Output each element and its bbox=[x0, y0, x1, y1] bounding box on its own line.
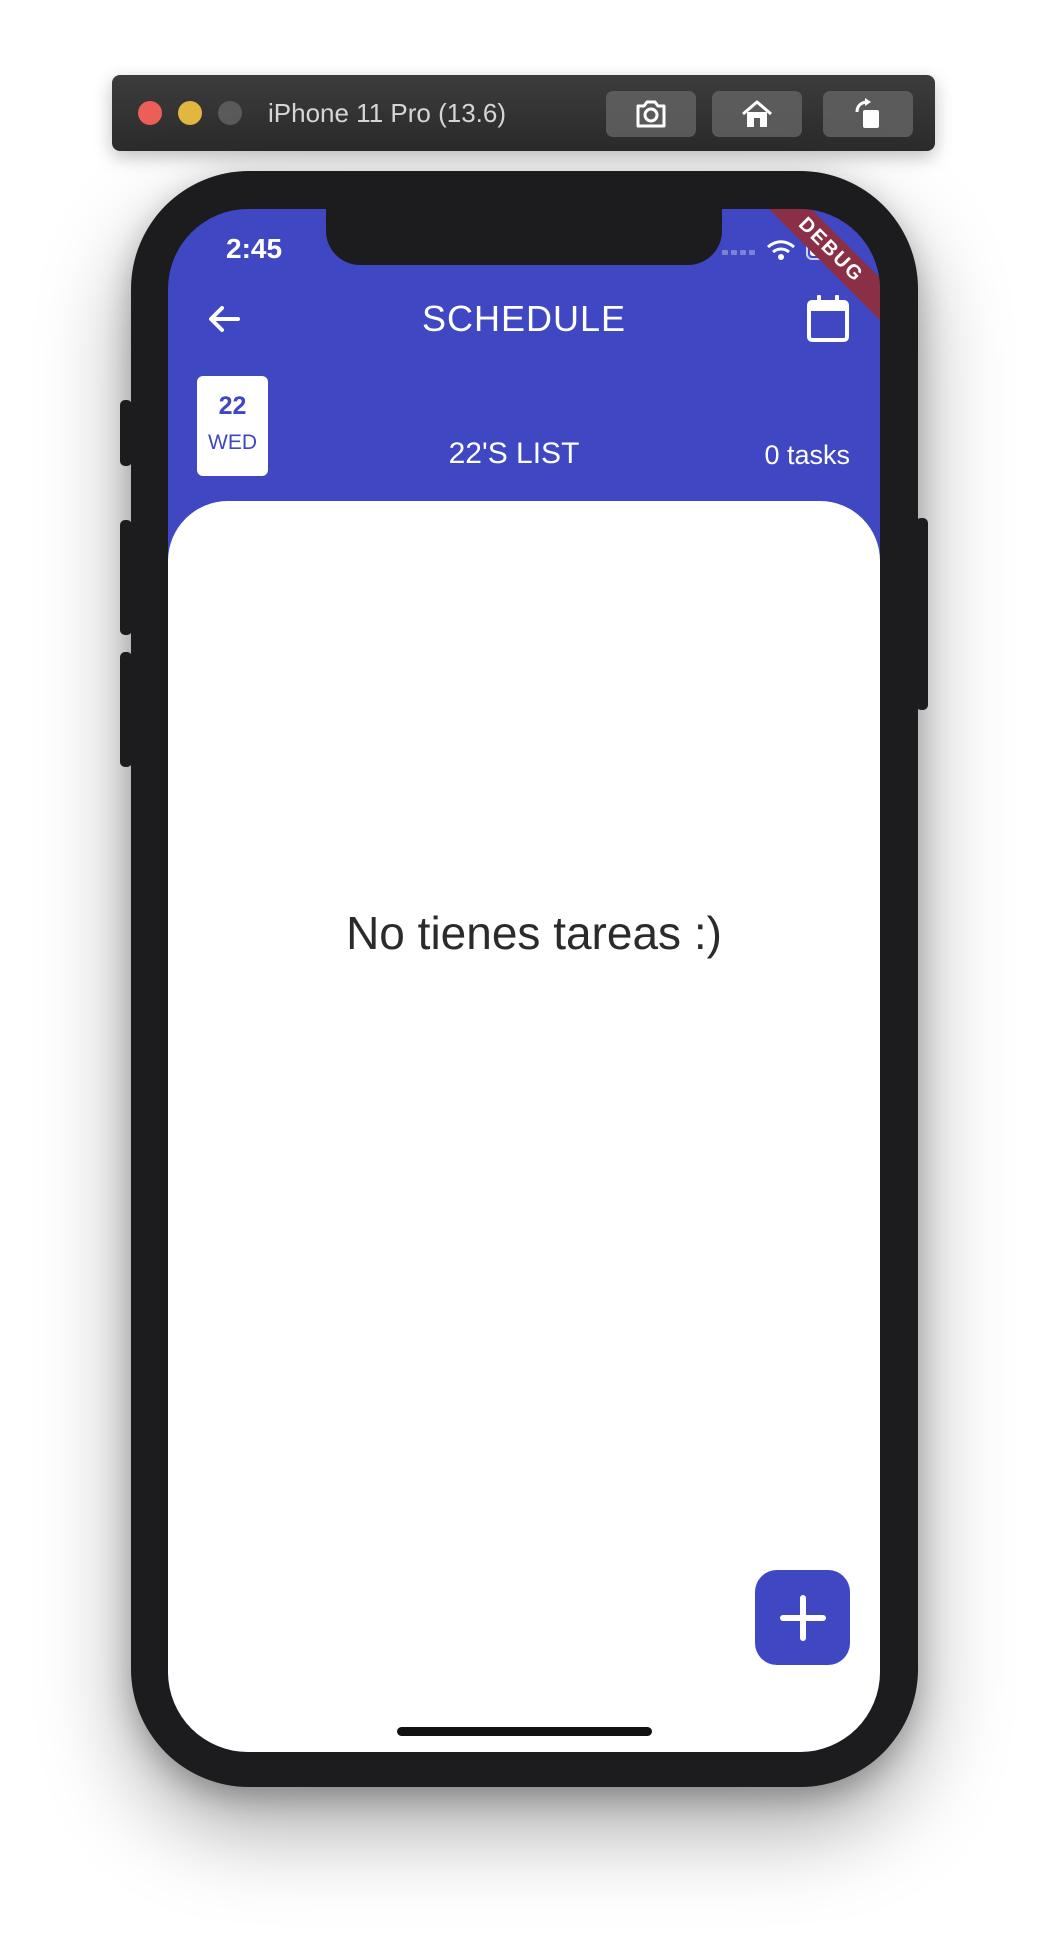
volume-down-button bbox=[120, 652, 132, 767]
phone-screen: 2:45 DEBUG SCHEDULE 22 WED 22'S LIST 0 t… bbox=[168, 209, 880, 1752]
calendar-button[interactable] bbox=[804, 292, 852, 344]
close-window-button[interactable] bbox=[138, 101, 162, 125]
home-icon bbox=[742, 100, 772, 127]
screenshot-button[interactable] bbox=[606, 91, 696, 137]
empty-state-text: No tienes tareas :) bbox=[346, 907, 722, 959]
notch bbox=[326, 209, 722, 265]
page-title: SCHEDULE bbox=[421, 298, 627, 339]
rotate-icon bbox=[855, 98, 879, 128]
simulator-title: iPhone 11 Pro (13.6) bbox=[268, 98, 506, 128]
task-list-panel: No tienes tareas :) bbox=[168, 501, 880, 1752]
home-button[interactable] bbox=[712, 91, 802, 137]
power-button bbox=[916, 518, 928, 710]
home-indicator bbox=[397, 1727, 652, 1736]
list-title: 22'S LIST bbox=[448, 437, 580, 470]
task-count: 0 tasks bbox=[764, 440, 850, 470]
status-time: 2:45 bbox=[226, 233, 283, 264]
add-icon bbox=[779, 1594, 826, 1641]
wifi-icon bbox=[767, 240, 795, 260]
minimize-window-button[interactable] bbox=[178, 101, 202, 125]
date-number: 22 bbox=[218, 392, 247, 420]
simulator-title-bar: iPhone 11 Pro (13.6) bbox=[112, 75, 935, 151]
rotate-button[interactable] bbox=[823, 91, 913, 137]
calendar-icon bbox=[807, 295, 849, 342]
zoom-window-button[interactable] bbox=[218, 101, 242, 125]
screenshot-icon bbox=[636, 100, 666, 128]
mute-switch bbox=[120, 400, 132, 466]
signal-icon bbox=[722, 250, 755, 255]
empty-state-message: No tienes tareas :) bbox=[168, 906, 880, 960]
volume-up-button bbox=[120, 520, 132, 635]
add-task-button[interactable] bbox=[755, 1570, 850, 1665]
